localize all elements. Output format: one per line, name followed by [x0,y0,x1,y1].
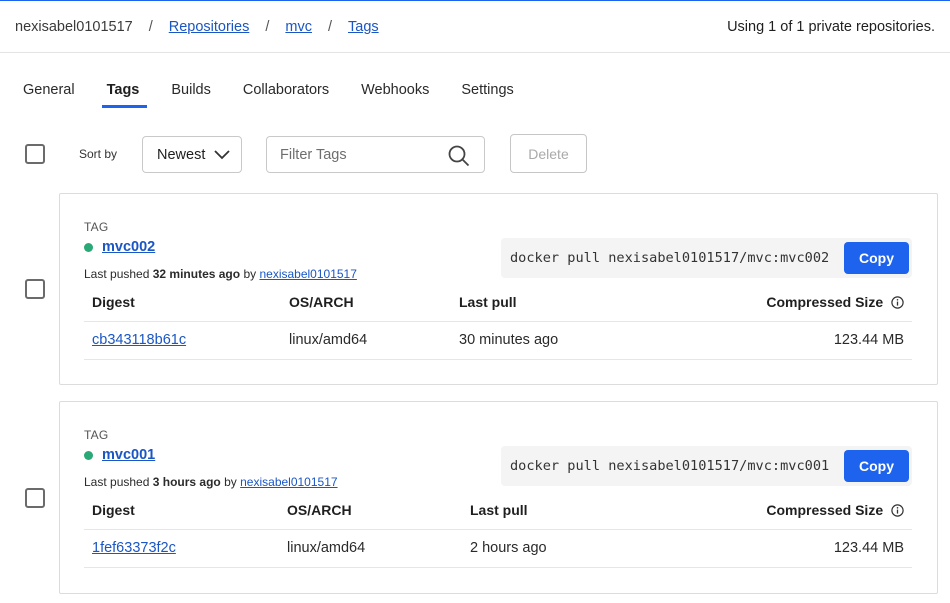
filter-tags-field [266,136,485,173]
tag-name-link[interactable]: mvc002 [102,239,155,255]
col-osarch-header: OS/ARCH [287,502,352,518]
repo-tabs: General Tags Builds Collaborators Webhoo… [23,80,546,108]
tab-tags[interactable]: Tags [101,80,148,108]
private-repo-usage: Using 1 of 1 private repositories. [727,18,935,35]
last-pushed-time: 32 minutes ago [152,267,241,281]
tag-card: TAG mvc001 Last pushed 3 hours ago by ne… [59,401,938,594]
col-digest-header: Digest [92,502,135,518]
tag-row-checkbox[interactable] [25,488,45,508]
tag-name-line: mvc002 [84,239,155,255]
last-pushed-time: 3 hours ago [152,475,221,489]
digest-link[interactable]: cb343118b61c [92,332,186,348]
tag-section-label: TAG [84,220,109,234]
compressed-size-value: 123.44 MB [833,332,904,348]
sort-value: Newest [157,146,206,163]
col-digest-header: Digest [92,294,135,310]
pusher-link[interactable]: nexisabel0101517 [259,267,356,281]
tab-collaborators[interactable]: Collaborators [243,80,329,108]
breadcrumb-repositories-link[interactable]: Repositories [169,19,250,35]
col-lastpull-header: Last pull [470,502,528,518]
breadcrumb-tags-link[interactable]: Tags [348,19,379,35]
info-icon[interactable] [891,504,904,520]
compressed-size-value: 123.44 MB [833,540,904,556]
last-pushed-prefix: Last pushed [84,475,150,489]
last-pushed-by: by [224,475,237,489]
breadcrumb-separator: / [327,18,332,35]
breadcrumb-separator: / [265,18,270,35]
filter-tags-input[interactable] [267,137,442,172]
pull-command-text[interactable]: docker pull nexisabel0101517/mvc:mvc002 [501,250,829,266]
col-size-label: Compressed Size [766,294,884,310]
sort-select[interactable]: Newest [142,136,242,173]
last-pushed-info: Last pushed 32 minutes ago by nexisabel0… [84,267,357,281]
select-all-checkbox[interactable] [25,144,45,164]
table-header: Digest OS/ARCH Last pull Compressed Size [84,284,912,322]
tab-builds[interactable]: Builds [171,80,211,108]
tag-name-link[interactable]: mvc001 [102,447,155,463]
col-size-header: Compressed Size [766,502,904,520]
table-header: Digest OS/ARCH Last pull Compressed Size [84,492,912,530]
pull-command-text[interactable]: docker pull nexisabel0101517/mvc:mvc001 [501,458,829,474]
tab-settings[interactable]: Settings [461,80,513,108]
col-size-label: Compressed Size [766,502,884,518]
pull-command-box: docker pull nexisabel0101517/mvc:mvc002 … [501,238,912,278]
col-size-header: Compressed Size [766,294,904,312]
tab-webhooks[interactable]: Webhooks [361,80,429,108]
tag-digest-table: Digest OS/ARCH Last pull Compressed Size… [84,492,912,568]
col-lastpull-header: Last pull [459,294,517,310]
last-pull-value: 2 hours ago [470,540,547,556]
status-dot-icon [84,450,93,460]
copy-button[interactable]: Copy [844,242,909,274]
page-header: nexisabel0101517 / Repositories / mvc / … [0,1,950,53]
info-icon[interactable] [891,296,904,312]
delete-button[interactable]: Delete [510,134,587,173]
table-row: 1fef63373f2c linux/amd64 2 hours ago 123… [84,530,912,568]
tag-card: TAG mvc002 Last pushed 32 minutes ago by… [59,193,938,385]
copy-button[interactable]: Copy [844,450,909,482]
last-pushed-prefix: Last pushed [84,267,150,281]
tag-row-checkbox[interactable] [25,279,45,299]
last-pushed-by: by [243,267,257,281]
breadcrumb-repo-link[interactable]: mvc [285,19,312,35]
last-pull-value: 30 minutes ago [459,332,559,348]
sort-by-label: Sort by [79,147,118,161]
pull-command-box: docker pull nexisabel0101517/mvc:mvc001 … [501,446,912,486]
pusher-link[interactable]: nexisabel0101517 [240,475,337,489]
tab-general[interactable]: General [23,80,75,108]
tag-name-line: mvc001 [84,447,155,463]
status-dot-icon [84,242,93,252]
os-arch-value: linux/amd64 [287,540,366,556]
tag-digest-table: Digest OS/ARCH Last pull Compressed Size… [84,284,912,360]
breadcrumb-user: nexisabel0101517 [15,18,133,35]
breadcrumb-separator: / [148,18,153,35]
os-arch-value: linux/amd64 [289,332,368,348]
chevron-down-icon [214,148,230,164]
tag-section-label: TAG [84,428,109,442]
digest-link[interactable]: 1fef63373f2c [92,540,176,556]
last-pushed-info: Last pushed 3 hours ago by nexisabel0101… [84,475,338,489]
col-osarch-header: OS/ARCH [289,294,354,310]
tags-toolbar: Sort by Newest Delete [0,133,950,175]
table-row: cb343118b61c linux/amd64 30 minutes ago … [84,322,912,360]
search-icon[interactable] [448,145,470,172]
